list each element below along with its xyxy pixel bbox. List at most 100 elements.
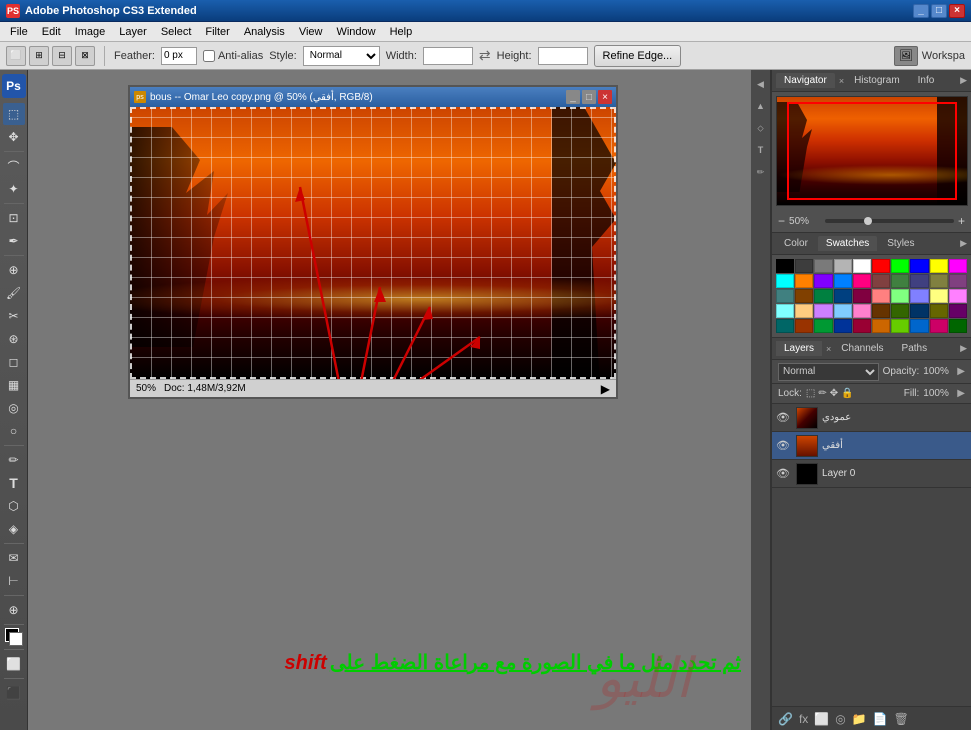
- swatch-cell[interactable]: [795, 259, 813, 273]
- swatch-cell[interactable]: [910, 319, 928, 333]
- add-selection-btn[interactable]: ⊞: [29, 46, 49, 66]
- swatch-cell[interactable]: [795, 304, 813, 318]
- fill-btn[interactable]: ▶: [957, 388, 965, 399]
- delete-layer-btn[interactable]: 🗑: [894, 712, 909, 726]
- lock-image-icon[interactable]: ✏: [818, 388, 826, 399]
- swatch-cell[interactable]: [814, 274, 832, 288]
- width-input[interactable]: [423, 47, 473, 65]
- layer-visibility-icon[interactable]: 👁: [776, 467, 792, 480]
- antialiased-checkbox[interactable]: [203, 50, 215, 62]
- layers-tab-close[interactable]: ×: [826, 344, 831, 354]
- tool-eyedropper[interactable]: ✒: [3, 230, 25, 252]
- tool-blur[interactable]: ◎: [3, 397, 25, 419]
- swatch-cell[interactable]: [814, 304, 832, 318]
- layer-visibility-icon[interactable]: 👁: [776, 411, 792, 424]
- menu-help[interactable]: Help: [384, 24, 419, 40]
- swatch-cell[interactable]: [853, 259, 871, 273]
- swatch-cell[interactable]: [776, 289, 794, 303]
- lock-all-icon[interactable]: 🔒: [841, 388, 853, 399]
- tool-zoom[interactable]: ⊕: [3, 599, 25, 621]
- navigator-close[interactable]: ×: [839, 76, 844, 86]
- swatch-cell[interactable]: [910, 274, 928, 288]
- swatch-cell[interactable]: [949, 304, 967, 318]
- tool-healing[interactable]: ⊕: [3, 259, 25, 281]
- tab-swatches[interactable]: Swatches: [818, 236, 877, 251]
- menu-window[interactable]: Window: [330, 24, 381, 40]
- lock-position-icon[interactable]: ✥: [830, 388, 838, 399]
- swatch-cell[interactable]: [930, 274, 948, 288]
- fx-btn[interactable]: fx: [799, 712, 808, 726]
- color-swatches[interactable]: [3, 628, 25, 646]
- tab-paths[interactable]: Paths: [894, 341, 936, 356]
- scroll-right-btn[interactable]: ▶: [601, 382, 610, 396]
- swatch-cell[interactable]: [891, 274, 909, 288]
- navigator-options-btn[interactable]: ▶: [960, 75, 967, 86]
- color-options-btn[interactable]: ▶: [960, 238, 967, 249]
- lock-transparent-icon[interactable]: ⬚: [806, 388, 815, 399]
- tool-quick-mask[interactable]: ⬜: [3, 653, 25, 675]
- layer-row[interactable]: 👁Layer 0: [772, 460, 971, 488]
- blend-mode-select[interactable]: Normal Multiply Screen: [778, 363, 879, 381]
- swatch-cell[interactable]: [776, 259, 794, 273]
- menu-view[interactable]: View: [293, 24, 329, 40]
- strip-btn-arrow[interactable]: ▲: [753, 96, 769, 116]
- feather-input[interactable]: [161, 47, 197, 65]
- document-canvas[interactable]: [130, 107, 616, 379]
- subtract-selection-btn[interactable]: ⊟: [52, 46, 72, 66]
- swatch-cell[interactable]: [872, 274, 890, 288]
- strip-btn-pen[interactable]: ✏: [753, 162, 769, 182]
- strip-btn-1[interactable]: ◀: [753, 74, 769, 94]
- swatch-cell[interactable]: [930, 319, 948, 333]
- style-select[interactable]: Normal Fixed Ratio Fixed Size: [303, 46, 380, 66]
- doc-maximize-button[interactable]: □: [582, 90, 596, 104]
- tab-layers[interactable]: Layers: [776, 341, 822, 356]
- swatch-cell[interactable]: [891, 319, 909, 333]
- swatch-cell[interactable]: [891, 304, 909, 318]
- strip-btn-3d[interactable]: ⬦: [753, 118, 769, 138]
- swatch-cell[interactable]: [949, 289, 967, 303]
- layer-row[interactable]: 👁عمودي: [772, 404, 971, 432]
- swatch-cell[interactable]: [872, 259, 890, 273]
- swatch-cell[interactable]: [910, 289, 928, 303]
- swatch-cell[interactable]: [949, 274, 967, 288]
- tab-styles[interactable]: Styles: [879, 236, 922, 251]
- tab-color[interactable]: Color: [776, 236, 816, 251]
- swatch-cell[interactable]: [776, 304, 794, 318]
- swatch-cell[interactable]: [814, 319, 832, 333]
- tool-notes[interactable]: ✉: [3, 547, 25, 569]
- tool-magic-wand[interactable]: ✦: [3, 178, 25, 200]
- tool-3d[interactable]: ◈: [3, 518, 25, 540]
- new-layer-btn[interactable]: 📄: [873, 712, 888, 726]
- swatch-cell[interactable]: [834, 289, 852, 303]
- tool-gradient[interactable]: ▦: [3, 374, 25, 396]
- tool-screen-mode[interactable]: ⬛: [3, 682, 25, 704]
- swatch-cell[interactable]: [891, 289, 909, 303]
- opacity-btn[interactable]: ▶: [957, 366, 965, 377]
- tab-navigator[interactable]: Navigator: [776, 73, 835, 88]
- tab-info[interactable]: Info: [910, 73, 943, 88]
- menu-layer[interactable]: Layer: [113, 24, 153, 40]
- swatch-cell[interactable]: [853, 289, 871, 303]
- swatch-cell[interactable]: [814, 259, 832, 273]
- tool-path[interactable]: ✏: [3, 449, 25, 471]
- layer-row[interactable]: 👁أفقي: [772, 432, 971, 460]
- menu-select[interactable]: Select: [155, 24, 198, 40]
- adjustment-btn[interactable]: ◎: [835, 712, 845, 726]
- swatch-cell[interactable]: [776, 319, 794, 333]
- menu-analysis[interactable]: Analysis: [238, 24, 291, 40]
- zoom-out-btn[interactable]: −: [778, 214, 785, 228]
- tool-eraser[interactable]: ◻: [3, 351, 25, 373]
- menu-file[interactable]: File: [4, 24, 34, 40]
- tool-shape[interactable]: ⬡: [3, 495, 25, 517]
- swatch-cell[interactable]: [795, 274, 813, 288]
- layer-visibility-icon[interactable]: 👁: [776, 439, 792, 452]
- intersect-selection-btn[interactable]: ⊠: [75, 46, 95, 66]
- zoom-slider-thumb[interactable]: [864, 217, 872, 225]
- swatch-cell[interactable]: [834, 304, 852, 318]
- tool-measure[interactable]: ⊢: [3, 570, 25, 592]
- strip-btn-type[interactable]: T: [753, 140, 769, 160]
- tool-brush[interactable]: 🖌: [3, 282, 25, 304]
- new-selection-btn[interactable]: ⬜: [6, 46, 26, 66]
- swatch-cell[interactable]: [853, 274, 871, 288]
- swatch-cell[interactable]: [814, 289, 832, 303]
